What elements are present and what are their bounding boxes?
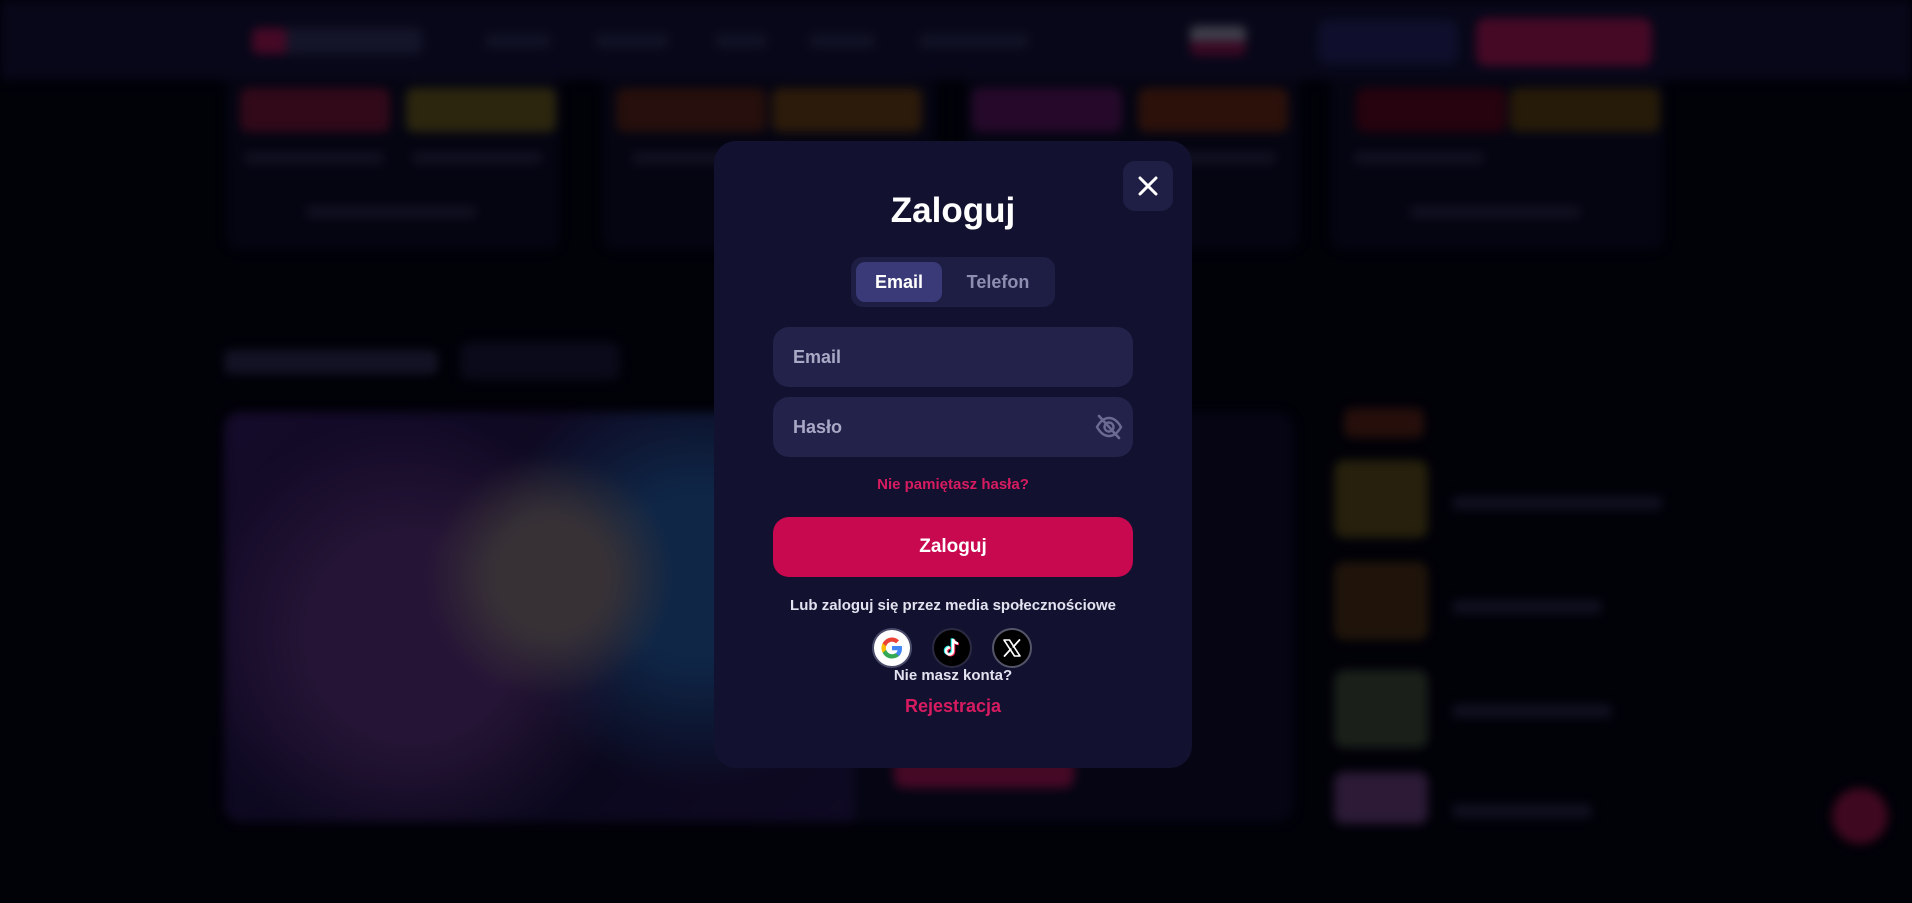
- email-input[interactable]: [773, 327, 1133, 387]
- tab-email[interactable]: Email: [856, 262, 942, 302]
- login-modal: Zaloguj Email Telefon Nie pamiętasz hasł…: [714, 141, 1192, 768]
- eye-off-icon[interactable]: [1095, 414, 1123, 440]
- modal-title: Zaloguj: [890, 191, 1016, 230]
- password-field: [773, 397, 1133, 457]
- google-login-button[interactable]: [872, 628, 912, 668]
- tab-phone[interactable]: Telefon: [948, 262, 1048, 302]
- email-field: [773, 327, 1133, 387]
- tiktok-icon: [943, 638, 960, 657]
- register-link[interactable]: Rejestracja: [714, 696, 1192, 717]
- tiktok-login-button[interactable]: [932, 628, 972, 668]
- no-account-text: Nie masz konta?: [893, 667, 1013, 684]
- password-input[interactable]: [773, 397, 1133, 457]
- x-login-button[interactable]: [992, 628, 1032, 668]
- login-method-tabs: Email Telefon: [851, 257, 1055, 307]
- x-icon: [1003, 639, 1021, 657]
- login-submit-button[interactable]: Zaloguj: [773, 517, 1133, 577]
- social-login-text: Lub zaloguj się przez media społeczności…: [790, 597, 1116, 614]
- forgot-password-link[interactable]: Nie pamiętasz hasła?: [714, 476, 1192, 493]
- social-login-row: [872, 628, 1036, 668]
- google-icon: [881, 637, 902, 659]
